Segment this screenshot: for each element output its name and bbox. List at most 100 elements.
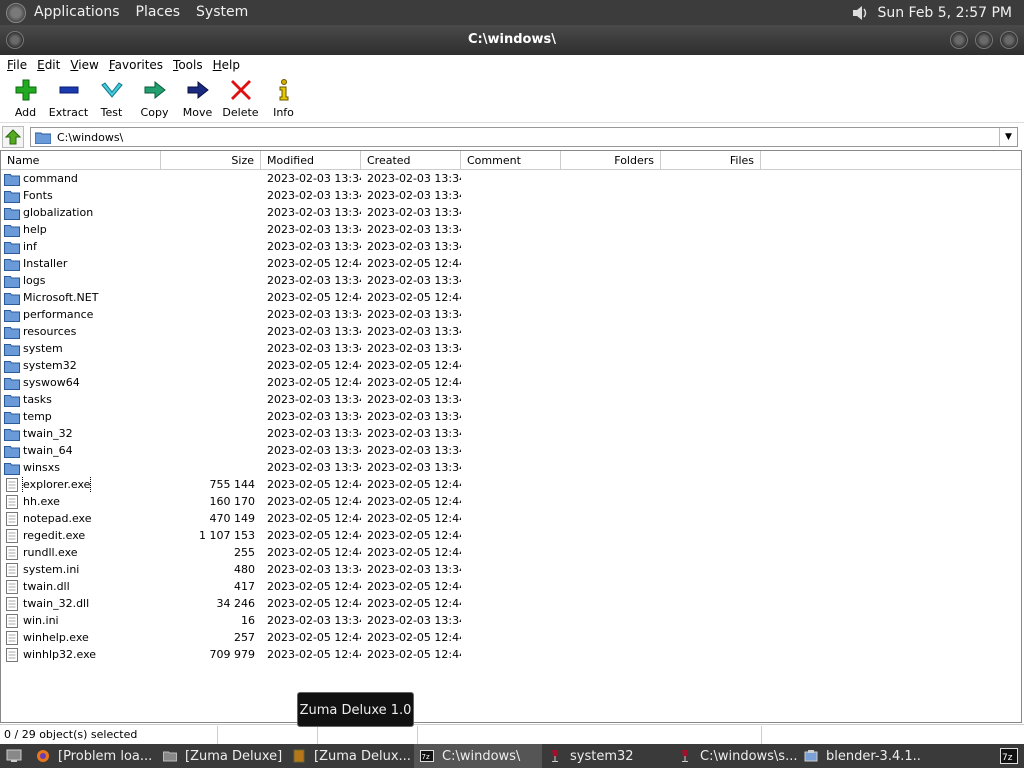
add-button[interactable]: Add (4, 75, 47, 122)
table-row[interactable]: winsxs 2023-02-03 13:34 2023-02-03 13:34 (1, 459, 1021, 476)
taskbar-button[interactable]: C:\windows\s... (672, 744, 798, 768)
file-name[interactable]: win.ini (23, 612, 59, 629)
file-name[interactable]: syswow64 (23, 374, 80, 391)
gnome-foot-icon[interactable] (6, 2, 26, 23)
file-name[interactable]: twain_32 (23, 425, 73, 442)
tray-7zip[interactable]: 7z (994, 744, 1024, 768)
menu-view[interactable]: View (65, 58, 103, 72)
column-folders[interactable]: Folders (561, 151, 661, 170)
file-name[interactable]: winsxs (23, 459, 60, 476)
address-dropdown-button[interactable]: ▼ (999, 128, 1017, 146)
table-row[interactable]: twain.dll 417 2023-02-05 12:44 2023-02-05 1… (1, 578, 1021, 595)
file-name[interactable]: command (23, 170, 78, 187)
table-row[interactable]: command 2023-02-03 13:34 2023-02-03 13:34 (1, 170, 1021, 187)
taskbar-button[interactable]: 7z C:\windows\ (414, 744, 542, 768)
show-desktop-button[interactable] (0, 744, 30, 768)
column-comment[interactable]: Comment (461, 151, 561, 170)
file-name[interactable]: temp (23, 408, 52, 425)
table-row[interactable]: regedit.exe 1 107 153 2023-02-05 12:44 2023… (1, 527, 1021, 544)
close-button[interactable] (1000, 31, 1018, 49)
table-row[interactable]: hh.exe 160 170 2023-02-05 12:44 2023-02-05 … (1, 493, 1021, 510)
table-row[interactable]: Installer 2023-02-05 12:44 2023-02-05 12:4… (1, 255, 1021, 272)
taskbar-button[interactable]: system32 (542, 744, 672, 768)
table-row[interactable]: logs 2023-02-03 13:34 2023-02-03 13:34 (1, 272, 1021, 289)
file-name[interactable]: system32 (23, 357, 77, 374)
table-row[interactable]: Microsoft.NET 2023-02-05 12:44 2023-02-05 … (1, 289, 1021, 306)
table-row[interactable]: temp 2023-02-03 13:34 2023-02-03 13:34 (1, 408, 1021, 425)
info-button[interactable]: Info (262, 75, 305, 122)
table-row[interactable]: twain_32.dll 34 246 2023-02-05 12:44 2023-0… (1, 595, 1021, 612)
up-folder-button[interactable] (2, 126, 24, 148)
test-button[interactable]: Test (90, 75, 133, 122)
minimize-button[interactable] (950, 31, 968, 49)
menu-edit[interactable]: Edit (32, 58, 65, 72)
file-name[interactable]: twain_32.dll (23, 595, 89, 612)
file-list[interactable]: Name Size Modified Created Comment Folde… (0, 150, 1022, 723)
table-row[interactable]: rundll.exe 255 2023-02-05 12:44 2023-02-05 … (1, 544, 1021, 561)
file-name[interactable]: logs (23, 272, 46, 289)
file-name[interactable]: winhlp32.exe (23, 646, 96, 663)
file-name[interactable]: twain_64 (23, 442, 73, 459)
column-created[interactable]: Created (361, 151, 461, 170)
table-row[interactable]: notepad.exe 470 149 2023-02-05 12:44 2023-0… (1, 510, 1021, 527)
column-name[interactable]: Name (1, 151, 161, 170)
file-name[interactable]: notepad.exe (23, 510, 92, 527)
table-row[interactable]: explorer.exe 755 144 2023-02-05 12:44 2023-… (1, 476, 1021, 493)
table-row[interactable]: system 2023-02-03 13:34 2023-02-03 13:34 (1, 340, 1021, 357)
copy-button[interactable]: Copy (133, 75, 176, 122)
file-name[interactable]: explorer.exe (21, 476, 92, 493)
column-files[interactable]: Files (661, 151, 761, 170)
file-name[interactable]: performance (23, 306, 93, 323)
table-row[interactable]: help 2023-02-03 13:34 2023-02-03 13:34 (1, 221, 1021, 238)
system-menu[interactable]: System (188, 0, 256, 25)
table-row[interactable]: performance 2023-02-03 13:34 2023-02-03 13… (1, 306, 1021, 323)
table-row[interactable]: twain_32 2023-02-03 13:34 2023-02-03 13:34 (1, 425, 1021, 442)
maximize-button[interactable] (975, 31, 993, 49)
file-name[interactable]: Microsoft.NET (23, 289, 98, 306)
table-row[interactable]: inf 2023-02-03 13:34 2023-02-03 13:34 (1, 238, 1021, 255)
file-name[interactable]: system (23, 340, 63, 357)
table-row[interactable]: syswow64 2023-02-05 12:44 2023-02-05 12:44 (1, 374, 1021, 391)
window-titlebar[interactable]: C:\windows\ (0, 25, 1024, 55)
table-row[interactable]: twain_64 2023-02-03 13:34 2023-02-03 13:34 (1, 442, 1021, 459)
volume-icon[interactable] (851, 4, 869, 22)
move-button[interactable]: Move (176, 75, 219, 122)
applications-menu[interactable]: Applications (26, 0, 128, 25)
taskbar-button[interactable]: [Problem loa... (30, 744, 157, 768)
file-name[interactable]: globalization (23, 204, 93, 221)
table-row[interactable]: system.ini 480 2023-02-03 13:34 2023-02-03 … (1, 561, 1021, 578)
file-name[interactable]: Fonts (23, 187, 53, 204)
table-row[interactable]: win.ini 16 2023-02-03 13:34 2023-02-03 13:3… (1, 612, 1021, 629)
address-field[interactable]: C:\windows\ ▼ (30, 127, 1018, 147)
menu-tools[interactable]: Tools (168, 58, 208, 72)
table-row[interactable]: tasks 2023-02-03 13:34 2023-02-03 13:34 (1, 391, 1021, 408)
taskbar-button[interactable]: blender-3.4.1... (798, 744, 921, 768)
file-name[interactable]: hh.exe (23, 493, 60, 510)
file-name[interactable]: system.ini (23, 561, 79, 578)
file-name[interactable]: inf (23, 238, 37, 255)
taskbar-button[interactable]: [Zuma Delux... (286, 744, 414, 768)
places-menu[interactable]: Places (128, 0, 189, 25)
table-row[interactable]: winhelp.exe 257 2023-02-05 12:44 2023-02-05… (1, 629, 1021, 646)
menu-favorites[interactable]: Favorites (104, 58, 168, 72)
menu-file[interactable]: File (2, 58, 32, 72)
table-row[interactable]: Fonts 2023-02-03 13:34 2023-02-03 13:34 (1, 187, 1021, 204)
column-size[interactable]: Size (161, 151, 261, 170)
table-row[interactable]: globalization 2023-02-03 13:34 2023-02-03 … (1, 204, 1021, 221)
file-name[interactable]: winhelp.exe (23, 629, 89, 646)
extract-button[interactable]: Extract (47, 75, 90, 122)
delete-button[interactable]: Delete (219, 75, 262, 122)
file-name[interactable]: twain.dll (23, 578, 70, 595)
taskbar-button[interactable]: [Zuma Deluxe] (157, 744, 286, 768)
window-menu-button[interactable] (6, 31, 24, 49)
menu-help[interactable]: Help (208, 58, 245, 72)
file-name[interactable]: regedit.exe (23, 527, 85, 544)
table-row[interactable]: resources 2023-02-03 13:34 2023-02-03 13:3… (1, 323, 1021, 340)
file-name[interactable]: rundll.exe (23, 544, 78, 561)
table-row[interactable]: system32 2023-02-05 12:44 2023-02-05 12:44 (1, 357, 1021, 374)
address-path[interactable]: C:\windows\ (57, 131, 999, 144)
column-modified[interactable]: Modified (261, 151, 361, 170)
file-name[interactable]: Installer (23, 255, 67, 272)
table-row[interactable]: winhlp32.exe 709 979 2023-02-05 12:44 2023-… (1, 646, 1021, 663)
file-name[interactable]: help (23, 221, 47, 238)
